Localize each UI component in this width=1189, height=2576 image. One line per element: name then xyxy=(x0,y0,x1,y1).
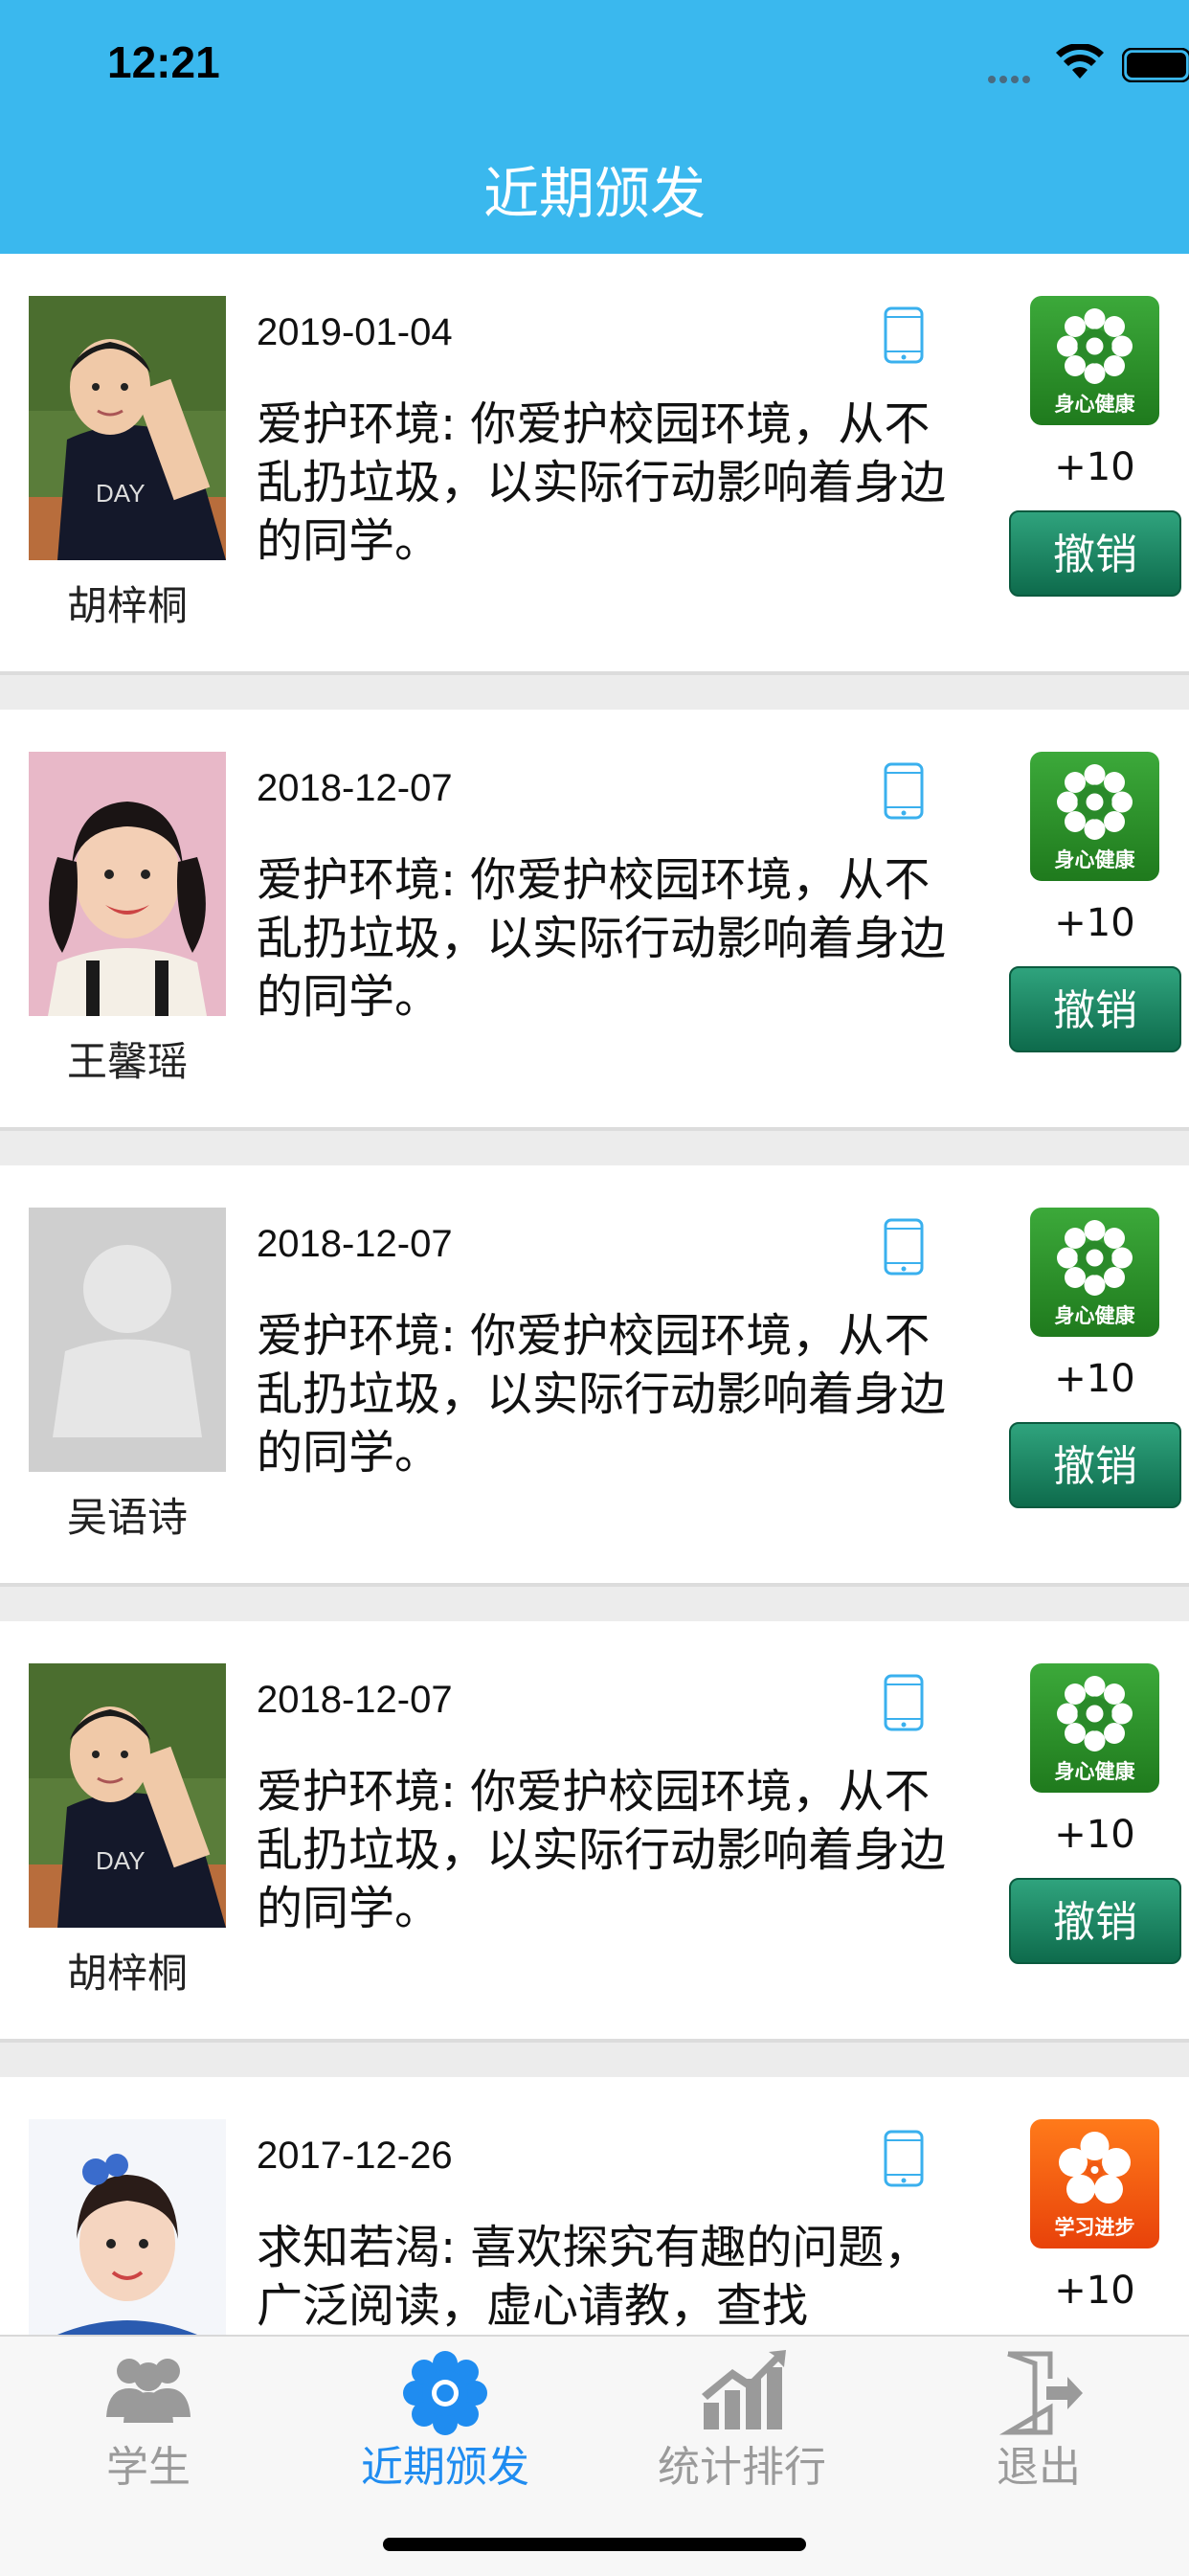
badge-label: 身心健康 xyxy=(1054,393,1135,416)
tab-label: 近期颁发 xyxy=(361,2443,529,2492)
avatar: DAY xyxy=(29,1663,226,1928)
award-card[interactable]: 王馨瑶 2018-12-07 爱护环境: 你爱护校园环境，从不乱扔垃圾，以实际行… xyxy=(0,710,1189,1131)
avatar xyxy=(29,752,226,1016)
badge-label: 身心健康 xyxy=(1054,1760,1135,1783)
phone-icon xyxy=(884,1674,924,1731)
avatar-placeholder-icon xyxy=(29,1208,226,1472)
health-badge-icon: 身心健康 xyxy=(1030,1663,1159,1793)
battery-icon xyxy=(1122,48,1189,82)
health-badge-icon: 身心健康 xyxy=(1030,752,1159,881)
award-points: +10 xyxy=(1054,445,1135,489)
avatar: DAY xyxy=(29,296,226,560)
award-description: 爱护环境: 你爱护校园环境，从不乱扔垃圾，以实际行动影响着身边的同学。 xyxy=(257,1309,947,1480)
award-card[interactable]: DAY 胡梓桐 2019-01-04 爱护环境: 你爱护校园环境，从不乱扔垃圾，… xyxy=(0,254,1189,675)
phone-icon xyxy=(884,2130,924,2187)
award-date: 2018-12-07 xyxy=(257,1679,453,1721)
award-date: 2019-01-04 xyxy=(257,311,453,353)
header-bar: 12:21 近期颁发 xyxy=(0,0,1189,254)
award-points: +10 xyxy=(1054,1357,1135,1401)
tab-label: 统计排行 xyxy=(658,2443,826,2492)
student-name: 胡梓桐 xyxy=(66,1950,188,1997)
award-description: 爱护环境: 你爱护校园环境，从不乱扔垃圾，以实际行动影响着身边的同学。 xyxy=(257,397,947,568)
phone-icon xyxy=(884,306,924,364)
study-badge-icon: 学习进步 xyxy=(1030,2119,1159,2248)
award-date: 2018-12-07 xyxy=(257,767,453,809)
student-name: 王馨瑶 xyxy=(66,1038,188,1085)
students-icon xyxy=(106,2359,191,2423)
exit-icon xyxy=(998,2351,1083,2435)
status-time: 12:21 xyxy=(107,37,220,87)
phone-icon xyxy=(884,1218,924,1276)
tab-recent-awards[interactable]: 近期颁发 xyxy=(297,2337,594,2499)
chart-icon xyxy=(702,2350,786,2429)
award-card[interactable]: DAY 胡梓桐 2018-12-07 爱护环境: 你爱护校园环境，从不乱扔垃圾，… xyxy=(0,1621,1189,2043)
award-points: +10 xyxy=(1054,901,1135,945)
tab-logout[interactable]: 退出 xyxy=(890,2337,1187,2499)
health-badge-icon: 身心健康 xyxy=(1030,1208,1159,1337)
student-name: 胡梓桐 xyxy=(66,582,188,629)
home-indicator xyxy=(383,2538,806,2551)
flower-icon xyxy=(403,2351,487,2435)
student-name: 吴语诗 xyxy=(66,1494,188,1541)
award-description: 求知若渴: 喜欢探究有趣的问题，广泛阅读，虚心请教，查找 xyxy=(257,2221,931,2333)
revoke-button[interactable]: 撤销 xyxy=(1009,1878,1181,1964)
wifi-icon xyxy=(1056,44,1104,79)
badge-label: 学习进步 xyxy=(1054,2216,1135,2239)
revoke-button[interactable]: 撤销 xyxy=(1009,1422,1181,1508)
svg-text:DAY: DAY xyxy=(96,479,146,508)
award-points: +10 xyxy=(1054,2269,1135,2313)
tab-label: 学生 xyxy=(106,2443,191,2492)
signal-icon xyxy=(988,69,1042,83)
svg-text:DAY: DAY xyxy=(96,1846,146,1875)
revoke-button[interactable]: 撤销 xyxy=(1009,966,1181,1052)
health-badge-icon: 身心健康 xyxy=(1030,296,1159,425)
revoke-button[interactable]: 撤销 xyxy=(1009,510,1181,597)
badge-label: 身心健康 xyxy=(1054,848,1135,871)
page-title: 近期颁发 xyxy=(482,161,706,226)
badge-label: 身心健康 xyxy=(1054,1304,1135,1327)
award-date: 2017-12-26 xyxy=(257,2135,453,2177)
award-card[interactable]: 吴语诗 2018-12-07 爱护环境: 你爱护校园环境，从不乱扔垃圾，以实际行… xyxy=(0,1165,1189,1587)
award-date: 2018-12-07 xyxy=(257,1223,453,1265)
award-description: 爱护环境: 你爱护校园环境，从不乱扔垃圾，以实际行动影响着身边的同学。 xyxy=(257,1765,947,1935)
tab-statistics[interactable]: 统计排行 xyxy=(594,2337,890,2499)
award-points: +10 xyxy=(1054,1813,1135,1857)
tab-label: 退出 xyxy=(997,2443,1081,2492)
award-description: 爱护环境: 你爱护校园环境，从不乱扔垃圾，以实际行动影响着身边的同学。 xyxy=(257,853,947,1024)
tab-students[interactable]: 学生 xyxy=(0,2337,297,2499)
phone-icon xyxy=(884,762,924,820)
